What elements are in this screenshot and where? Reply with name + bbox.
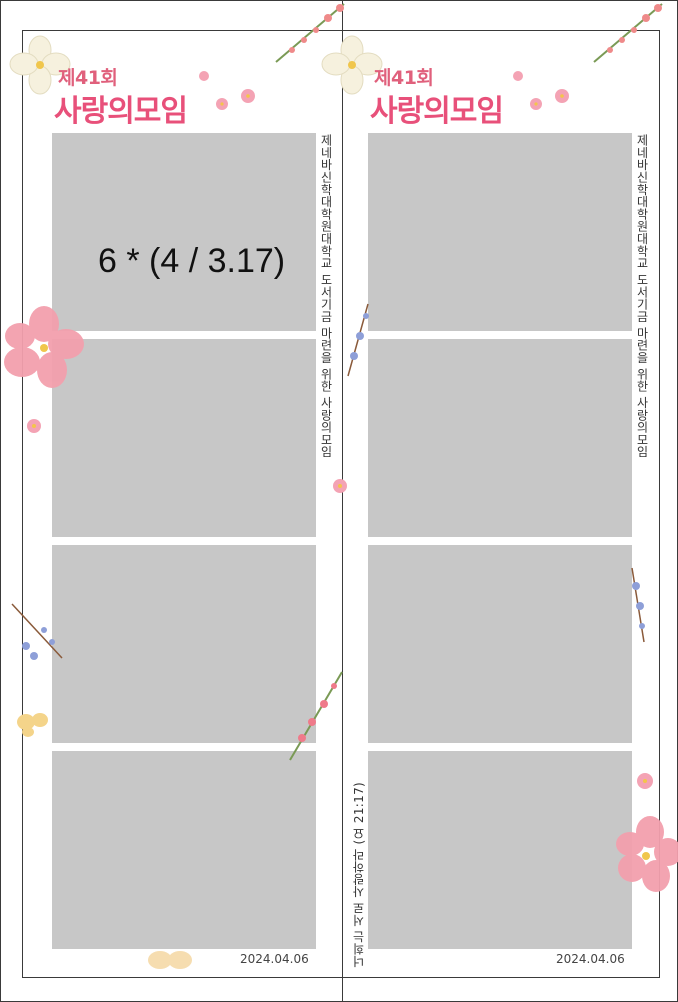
small-pink-flowers-icon xyxy=(513,71,569,110)
photo-slot-3 xyxy=(52,545,316,743)
small-pink-flowers-icon xyxy=(199,71,255,110)
pink-flower-icon xyxy=(4,306,84,388)
photo-strip-right: 제41회 사랑의모임 제네바신학대학원대학교 도서기금 마련을 위한 사랑의모임… xyxy=(321,3,678,978)
photo-slot-2 xyxy=(368,339,632,537)
tiny-pink-flower-icon xyxy=(637,773,653,789)
lavender-branch-icon xyxy=(347,303,369,377)
event-title: 사랑의모임 xyxy=(54,94,188,129)
tiny-pink-flower-icon xyxy=(27,419,41,433)
bible-verse-caption: 너희는 서로 사랑하라 (요 21:17) xyxy=(352,782,366,968)
event-date: 2024.04.06 xyxy=(240,952,309,966)
side-caption: 제네바신학대학원대학교 도서기금 마련을 위한 사랑의모임 xyxy=(319,134,333,458)
butterfly-icon xyxy=(148,951,192,969)
dimension-note: 6 * (4 / 3.17) xyxy=(98,242,286,280)
lavender-branch-icon xyxy=(631,567,645,643)
photo-slot-1 xyxy=(368,133,632,331)
butterfly-icon xyxy=(17,713,48,737)
event-title: 사랑의모임 xyxy=(370,94,504,129)
side-caption: 제네바신학대학원대학교 도서기금 마련을 위한 사랑의모임 xyxy=(635,134,649,458)
event-date: 2024.04.06 xyxy=(556,952,625,966)
photo-slot-2 xyxy=(52,339,316,537)
lavender-branch-icon xyxy=(11,603,63,660)
photo-slot-1 xyxy=(52,133,316,331)
pink-branch-icon xyxy=(593,3,663,63)
photo-slot-3 xyxy=(368,545,632,743)
pink-flower-icon xyxy=(616,816,678,892)
photo-strip-left: 제41회 사랑의모임 제네바신학대학원대학교 도서기금 마련을 위한 사랑의모임… xyxy=(4,3,347,978)
photo-slot-4 xyxy=(368,751,632,949)
photo-slot-4 xyxy=(52,751,316,949)
